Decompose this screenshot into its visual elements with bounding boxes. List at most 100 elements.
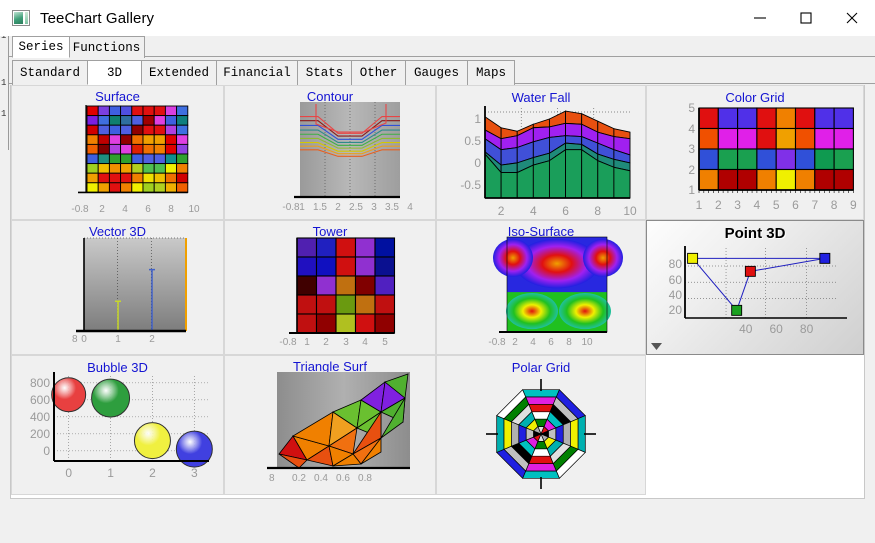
window-controls — [737, 0, 875, 36]
axis-tick-label: 800 — [29, 375, 50, 390]
gallery-cell-tower[interactable]: Tower -0.8 1 2 3 4 5 — [224, 220, 436, 355]
axis-tick-label: 4 — [529, 204, 537, 218]
axis-tick-label: 3 — [371, 202, 377, 213]
category-tab-strip: Standard 3D Extended Financial Stats Other Gau… — [9, 60, 875, 85]
chart-preview-tower: -0.8 1 2 3 4 5 — [225, 221, 435, 354]
primary-tab-strip: Series Functions — [9, 36, 875, 58]
axis-tick-label: 2 — [323, 337, 329, 348]
chart-preview-surface: -0.8 2 4 6 8 10 — [12, 86, 223, 219]
sliver-text-2: 1 — [1, 109, 7, 119]
axis-tick-label: 2 — [149, 466, 156, 480]
tab-maps[interactable]: Maps — [467, 60, 515, 85]
axis-tick-label: 0.4 — [314, 473, 328, 484]
gallery-cell-contour[interactable]: Contour -0.8 1 1.5 2 2.5 3 3.5 4 — [224, 85, 436, 220]
axis-tick-label: 8 — [594, 204, 602, 218]
tab-stats[interactable]: Stats — [297, 60, 352, 85]
axis-tick-label: 5 — [772, 198, 780, 212]
gallery-cell-point3d[interactable]: Point 3D 40 60 80 80 60 40 20 — [646, 220, 864, 355]
gallery-cell-waterfall[interactable]: Water Fall 2 4 6 8 10 1 0.5 0 -0.5 — [436, 85, 646, 220]
teechart-gallery-window: i 1 1 TeeChart Gallery Series Functions S… — [0, 0, 875, 543]
axis-tick-label: 8 — [72, 334, 78, 345]
axis-tick-label: 10 — [188, 204, 200, 215]
axis-tick-label: 3 — [734, 198, 741, 212]
axis-tick-label: 6 — [792, 198, 799, 212]
axis-tick-label: 3 — [688, 142, 695, 156]
axis-tick-label: 2 — [512, 337, 518, 348]
axis-tick-label: 2.5 — [349, 202, 363, 213]
axis-tick-label: -0.8 — [71, 204, 89, 215]
title-bar: TeeChart Gallery — [0, 0, 875, 36]
dialog-footer: 3D Smooth TeeChart OK Cancel — [0, 503, 875, 543]
axis-tick-label: 8 — [566, 337, 572, 348]
tab-extended[interactable]: Extended — [141, 60, 217, 85]
axis-tick-label: 10 — [623, 204, 637, 218]
axis-tick-label: 4 — [362, 337, 368, 348]
gallery-cell-vector3d[interactable]: Vector 3D 0 1 2 8 — [11, 220, 224, 355]
axis-tick-label: 4 — [688, 121, 695, 136]
axis-tick-label: 1 — [304, 337, 310, 348]
axis-tick-label: 10 — [581, 337, 593, 348]
chart-preview-waterfall: 2 4 6 8 10 1 0.5 0 -0.5 — [437, 86, 645, 219]
axis-tick-label: 8 — [830, 198, 838, 212]
axis-tick-label: 6 — [562, 204, 569, 218]
axis-tick-label: 80 — [668, 257, 682, 272]
tab-3d[interactable]: 3D — [87, 60, 142, 85]
axis-tick-label: 0 — [65, 466, 72, 480]
gallery-grid: Surface -0.8 2 4 6 8 10 Contour -0.8 1 1.5 2 2.5 3 3.5… — [10, 85, 865, 499]
axis-tick-label: 4 — [753, 198, 761, 212]
axis-tick-label: 1 — [474, 111, 481, 126]
axis-tick-label: 60 — [668, 272, 682, 287]
sliver-text-1: 1 — [1, 78, 7, 88]
axis-tick-label: 2 — [688, 162, 695, 177]
axis-tick-label: 40 — [668, 288, 682, 303]
minimize-icon[interactable] — [737, 0, 783, 36]
axis-tick-label: 5 — [688, 101, 695, 115]
axis-tick-label: 1 — [695, 198, 703, 212]
gallery-cell-colorgrid[interactable]: Color Grid 1 2 3 4 5 6 7 8 9 5 4 3 2 1 — [646, 85, 864, 220]
tab-series[interactable]: Series — [12, 36, 70, 58]
gallery-cell-isosurface[interactable]: Iso-Surface -0.8 2 4 6 8 10 — [436, 220, 646, 355]
gallery-cell-surface[interactable]: Surface -0.8 2 4 6 8 10 — [11, 85, 224, 220]
axis-tick-label: 3.5 — [385, 202, 399, 213]
axis-tick-label: 1.5 — [313, 202, 327, 213]
axis-tick-label: 1 — [115, 334, 121, 345]
axis-tick-label: 0.5 — [464, 133, 481, 148]
tab-gauges[interactable]: Gauges — [405, 60, 468, 85]
axis-tick-label: 9 — [850, 198, 857, 212]
axis-tick-label: 60 — [769, 322, 783, 336]
axis-tick-label: 80 — [799, 322, 814, 336]
axis-tick-label: -0.8 — [488, 337, 506, 348]
axis-tick-label: 6 — [548, 337, 554, 348]
axis-tick-label: 20 — [668, 303, 682, 318]
axis-tick-label: 3 — [343, 337, 349, 348]
close-icon[interactable] — [829, 0, 875, 36]
background-window-sliver: i 1 1 — [0, 30, 9, 150]
gallery-cell-trisurf[interactable]: Triangle Surf 0.2 0.4 0.6 0.8 8 — [224, 355, 436, 495]
tab-standard[interactable]: Standard — [12, 60, 88, 85]
gallery-cell-polargrid[interactable]: Polar Grid — [436, 355, 646, 495]
axis-tick-label: -0.8 — [282, 202, 300, 213]
axis-tick-label: 0.6 — [336, 473, 350, 484]
axis-tick-label: 7 — [811, 198, 819, 212]
chart-preview-isosurface: -0.8 2 4 6 8 10 — [437, 221, 645, 354]
axis-tick-label: -0.5 — [460, 177, 481, 192]
window-title: TeeChart Gallery — [40, 9, 155, 27]
tab-functions[interactable]: Functions — [68, 36, 145, 58]
axis-tick-label: 0 — [474, 155, 481, 170]
axis-tick-label: 0 — [81, 334, 87, 345]
maximize-icon[interactable] — [783, 0, 829, 36]
axis-tick-label: 0.2 — [292, 473, 306, 484]
chart-preview-polargrid — [437, 356, 645, 494]
axis-tick-label: 400 — [29, 409, 50, 424]
axis-tick-label: 1 — [688, 183, 695, 197]
tab-other[interactable]: Other — [351, 60, 406, 85]
axis-tick-label: 4 — [122, 204, 128, 215]
axis-tick-label: 8 — [168, 204, 174, 215]
axis-tick-label: 600 — [29, 392, 50, 407]
axis-tick-label: 8 — [269, 473, 275, 484]
tab-financial[interactable]: Financial — [216, 60, 298, 85]
chart-preview-point3d: 40 60 80 80 60 40 20 — [647, 221, 863, 354]
axis-tick-label: 6 — [145, 204, 151, 215]
scroll-down-arrow-icon[interactable] — [649, 339, 663, 353]
gallery-cell-bubble3d[interactable]: Bubble 3D 0 1 2 3 800 600 400 200 0 — [11, 355, 224, 495]
